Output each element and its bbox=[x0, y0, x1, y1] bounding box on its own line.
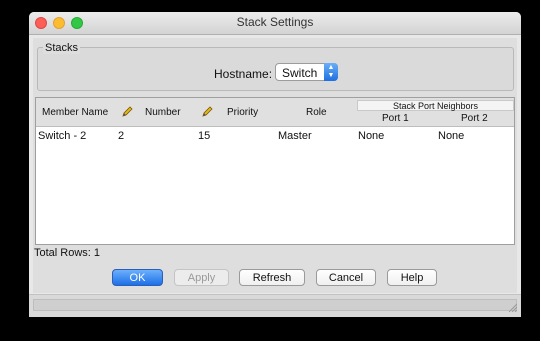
cell-priority[interactable]: 15 bbox=[198, 130, 210, 142]
content-panel: Stacks Hostname: Switch ▲ ▼ Member Name N… bbox=[33, 38, 517, 293]
column-header-number[interactable]: Number bbox=[145, 107, 181, 118]
cell-member-name: Switch - 2 bbox=[38, 130, 87, 142]
table-header: Member Name Number Priority Role Stack P… bbox=[36, 98, 514, 127]
stack-members-table: Member Name Number Priority Role Stack P… bbox=[35, 97, 515, 245]
status-field bbox=[33, 299, 517, 311]
updown-arrow-icon[interactable]: ▲ ▼ bbox=[324, 63, 338, 81]
apply-button[interactable]: Apply bbox=[174, 269, 229, 286]
column-header-member-name[interactable]: Member Name bbox=[42, 107, 108, 118]
title-bar[interactable]: Stack Settings bbox=[29, 12, 521, 35]
stack-port-neighbors-header: Stack Port Neighbors bbox=[357, 100, 514, 111]
pencil-icon bbox=[202, 106, 213, 117]
window-title: Stack Settings bbox=[236, 15, 314, 29]
hostname-label: Hostname: bbox=[214, 67, 273, 81]
refresh-button[interactable]: Refresh bbox=[239, 269, 305, 286]
hostname-value: Switch bbox=[282, 66, 318, 80]
cell-port-2: None bbox=[438, 130, 465, 142]
stack-settings-window: Stack Settings Stacks Hostname: Switch ▲… bbox=[29, 12, 521, 317]
resize-grip-icon[interactable] bbox=[507, 302, 517, 312]
stacks-group: Stacks Hostname: Switch ▲ ▼ bbox=[37, 42, 514, 91]
column-header-role[interactable]: Role bbox=[306, 107, 327, 118]
table-row[interactable]: Switch - 2 2 15 Master None None bbox=[36, 127, 514, 143]
help-button[interactable]: Help bbox=[387, 269, 437, 286]
cell-port-1: None bbox=[358, 130, 385, 142]
cancel-button[interactable]: Cancel bbox=[316, 269, 376, 286]
total-rows-label: Total Rows: 1 bbox=[34, 247, 101, 259]
column-header-priority[interactable]: Priority bbox=[227, 107, 258, 118]
status-bar bbox=[29, 294, 521, 317]
column-header-port-1[interactable]: Port 1 bbox=[382, 113, 409, 124]
hostname-select[interactable]: Switch ▲ ▼ bbox=[275, 63, 338, 81]
ok-button[interactable]: OK bbox=[112, 269, 163, 286]
pencil-icon bbox=[122, 106, 133, 117]
cell-number[interactable]: 2 bbox=[118, 130, 124, 142]
cell-role: Master bbox=[278, 130, 312, 142]
column-header-port-2[interactable]: Port 2 bbox=[461, 113, 488, 124]
stacks-group-title: Stacks bbox=[43, 42, 81, 54]
